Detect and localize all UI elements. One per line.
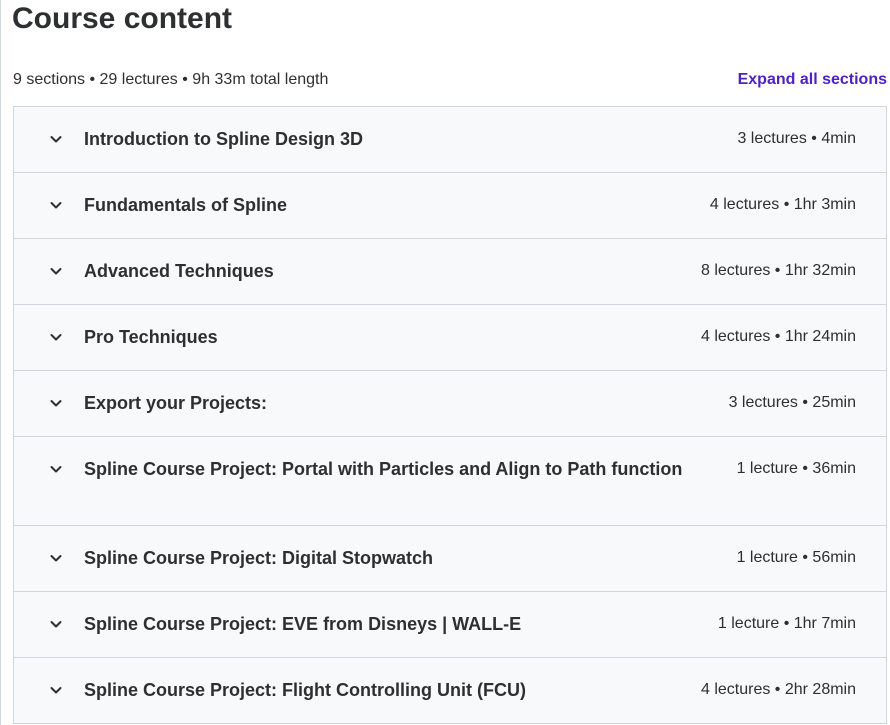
course-summary: 9 sections • 29 lectures • 9h 33m total … [13,71,329,88]
section-meta: 1 lecture • 36min [736,460,856,477]
section-title: Spline Course Project: Portal with Parti… [84,459,683,479]
section-meta: 4 lectures • 1hr 24min [700,328,856,345]
section-meta: 8 lectures • 1hr 32min [700,262,856,279]
section-meta: 4 lectures • 2hr 28min [700,681,856,698]
section-title: Spline Course Project: EVE from Disneys … [84,614,522,634]
section-row[interactable]: Fundamentals of Spline 4 lectures • 1hr … [14,173,886,239]
section-row[interactable]: Export your Projects: 3 lectures • 25min [14,371,886,437]
section-title: Fundamentals of Spline [84,195,288,215]
sections-accordion: Introduction to Spline Design 3D 3 lectu… [13,106,887,724]
page-title: Course content [12,2,233,35]
course-summary-bar: 9 sections • 29 lectures • 9h 33m total … [13,70,887,90]
section-meta: 3 lectures • 4min [737,130,856,147]
section-row[interactable]: Spline Course Project: Flight Controllin… [14,658,886,724]
section-row[interactable]: Spline Course Project: EVE from Disneys … [14,592,886,658]
section-meta: 1 lecture • 56min [736,549,856,566]
chevron-down-icon [48,461,64,477]
chevron-down-icon [48,682,64,698]
section-title: Export your Projects: [84,393,268,413]
chevron-down-icon [48,550,64,566]
section-title: Advanced Techniques [84,261,274,281]
section-row[interactable]: Advanced Techniques 8 lectures • 1hr 32m… [14,239,886,305]
section-meta: 4 lectures • 1hr 3min [709,196,856,213]
section-meta: 3 lectures • 25min [728,394,856,411]
left-border [0,0,1,725]
section-title: Spline Course Project: Flight Controllin… [84,680,526,700]
chevron-down-icon [48,197,64,213]
section-title: Introduction to Spline Design 3D [84,129,363,149]
section-row[interactable]: Spline Course Project: Portal with Parti… [14,437,886,526]
section-row[interactable]: Spline Course Project: Digital Stopwatch… [14,526,886,592]
section-meta: 1 lecture • 1hr 7min [717,615,856,632]
chevron-down-icon [48,616,64,632]
chevron-down-icon [48,329,64,345]
expand-all-sections-button[interactable]: Expand all sections [738,71,887,89]
section-title: Spline Course Project: Digital Stopwatch [84,548,434,568]
chevron-down-icon [48,395,64,411]
chevron-down-icon [48,131,64,147]
chevron-down-icon [48,263,64,279]
section-title: Pro Techniques [84,327,218,347]
section-row[interactable]: Pro Techniques 4 lectures • 1hr 24min [14,305,886,371]
section-row[interactable]: Introduction to Spline Design 3D 3 lectu… [14,107,886,173]
